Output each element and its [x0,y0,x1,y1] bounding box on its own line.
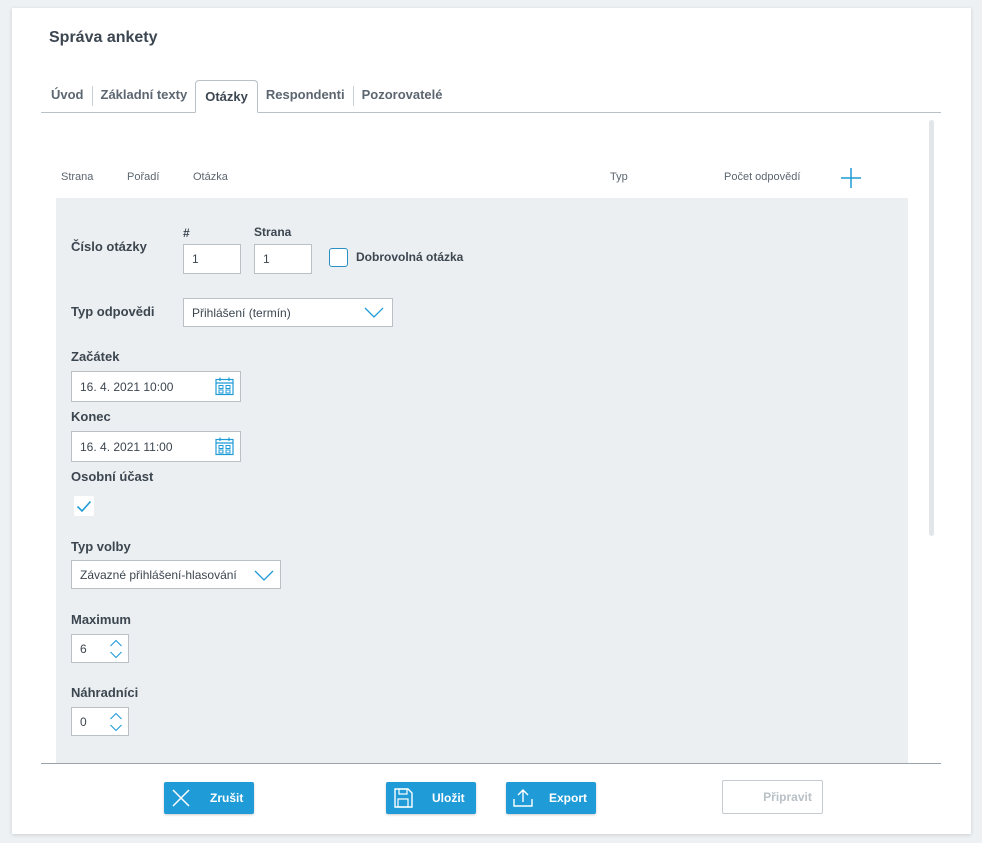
end-datetime-value: 16. 4. 2021 11:00 [80,439,173,454]
personal-participation-label: Osobní účast [71,469,154,484]
tab-respondents[interactable]: Respondenti [258,86,353,106]
optional-question-checkbox[interactable] [329,248,348,267]
answer-type-label: Typ odpovědi [71,304,155,319]
column-header-answer-count: Počet odpovědí [724,171,801,183]
choice-type-select[interactable]: Závazné přihlášení-hlasování [71,560,281,589]
cancel-button-label: Zrušit [210,791,244,805]
substitutes-label: Náhradníci [71,685,139,700]
questions-table-header: Strana Pořadí Otázka Typ Počet odpovědí [12,171,971,185]
tab-intro[interactable]: Úvod [41,86,92,106]
maximum-stepper[interactable]: 6 [71,634,129,663]
maximum-label: Maximum [71,612,131,627]
survey-admin-panel: Správa ankety Úvod Základní texty Otázky… [12,8,971,834]
export-button-label: Export [549,791,588,805]
choice-type-value: Závazné přihlášení-hlasování [80,567,237,582]
answer-type-select[interactable]: Přihlášení (termín) [183,298,393,327]
optional-question-label: Dobrovolná otázka [356,250,464,264]
checkmark-icon [76,500,92,512]
plus-icon[interactable] [840,167,862,189]
chevron-down-icon [254,570,274,581]
floppy-disk-icon [394,788,413,808]
column-header-page: Strana [61,171,94,183]
end-label: Konec [71,409,111,424]
choice-type-label: Typ volby [71,539,131,554]
personal-participation-checkbox[interactable] [74,496,94,516]
column-header-type: Typ [610,171,628,183]
footer-divider [41,763,941,764]
page-title: Správa ankety [49,29,158,46]
start-datetime-input[interactable]: 16. 4. 2021 10:00 [71,371,241,402]
page-label: Strana [254,225,292,239]
save-button[interactable]: Uložit [386,782,476,814]
tab-basic-texts[interactable]: Základní texty [91,86,196,106]
upload-icon [513,789,533,807]
calendar-icon[interactable] [215,377,234,396]
tab-bar: Úvod Základní texty Otázky Respondenti P… [41,79,941,113]
tab-questions[interactable]: Otázky [195,80,258,113]
cancel-button[interactable]: Zrušit [164,782,254,814]
end-datetime-input[interactable]: 16. 4. 2021 11:00 [71,431,241,462]
column-header-question: Otázka [193,171,228,183]
maximum-value: 6 [80,641,87,656]
stepper-arrows-icon[interactable] [109,711,123,733]
page-number-input[interactable]: 1 [254,244,312,274]
question-number-input[interactable]: 1 [183,244,241,274]
export-button[interactable]: Export [506,782,596,814]
start-datetime-value: 16. 4. 2021 10:00 [80,379,174,394]
save-button-label: Uložit [432,791,465,805]
chevron-down-icon [364,307,384,318]
substitutes-value: 0 [80,714,87,729]
prepare-button[interactable]: Připravit [722,780,823,814]
tab-observers[interactable]: Pozorovatelé [352,86,451,106]
calendar-icon[interactable] [215,437,234,456]
answer-type-value: Přihlášení (termín) [192,305,291,320]
substitutes-stepper[interactable]: 0 [71,707,129,736]
hash-label: # [183,226,190,240]
column-header-order: Pořadí [127,171,160,183]
start-label: Začátek [71,349,120,364]
question-detail-form: Číslo otázky # 1 Strana 1 Dobrovolná otá… [56,198,908,764]
question-number-label: Číslo otázky [71,239,147,254]
close-icon [172,789,190,807]
prepare-button-label: Připravit [763,790,812,804]
stepper-arrows-icon[interactable] [109,638,123,660]
